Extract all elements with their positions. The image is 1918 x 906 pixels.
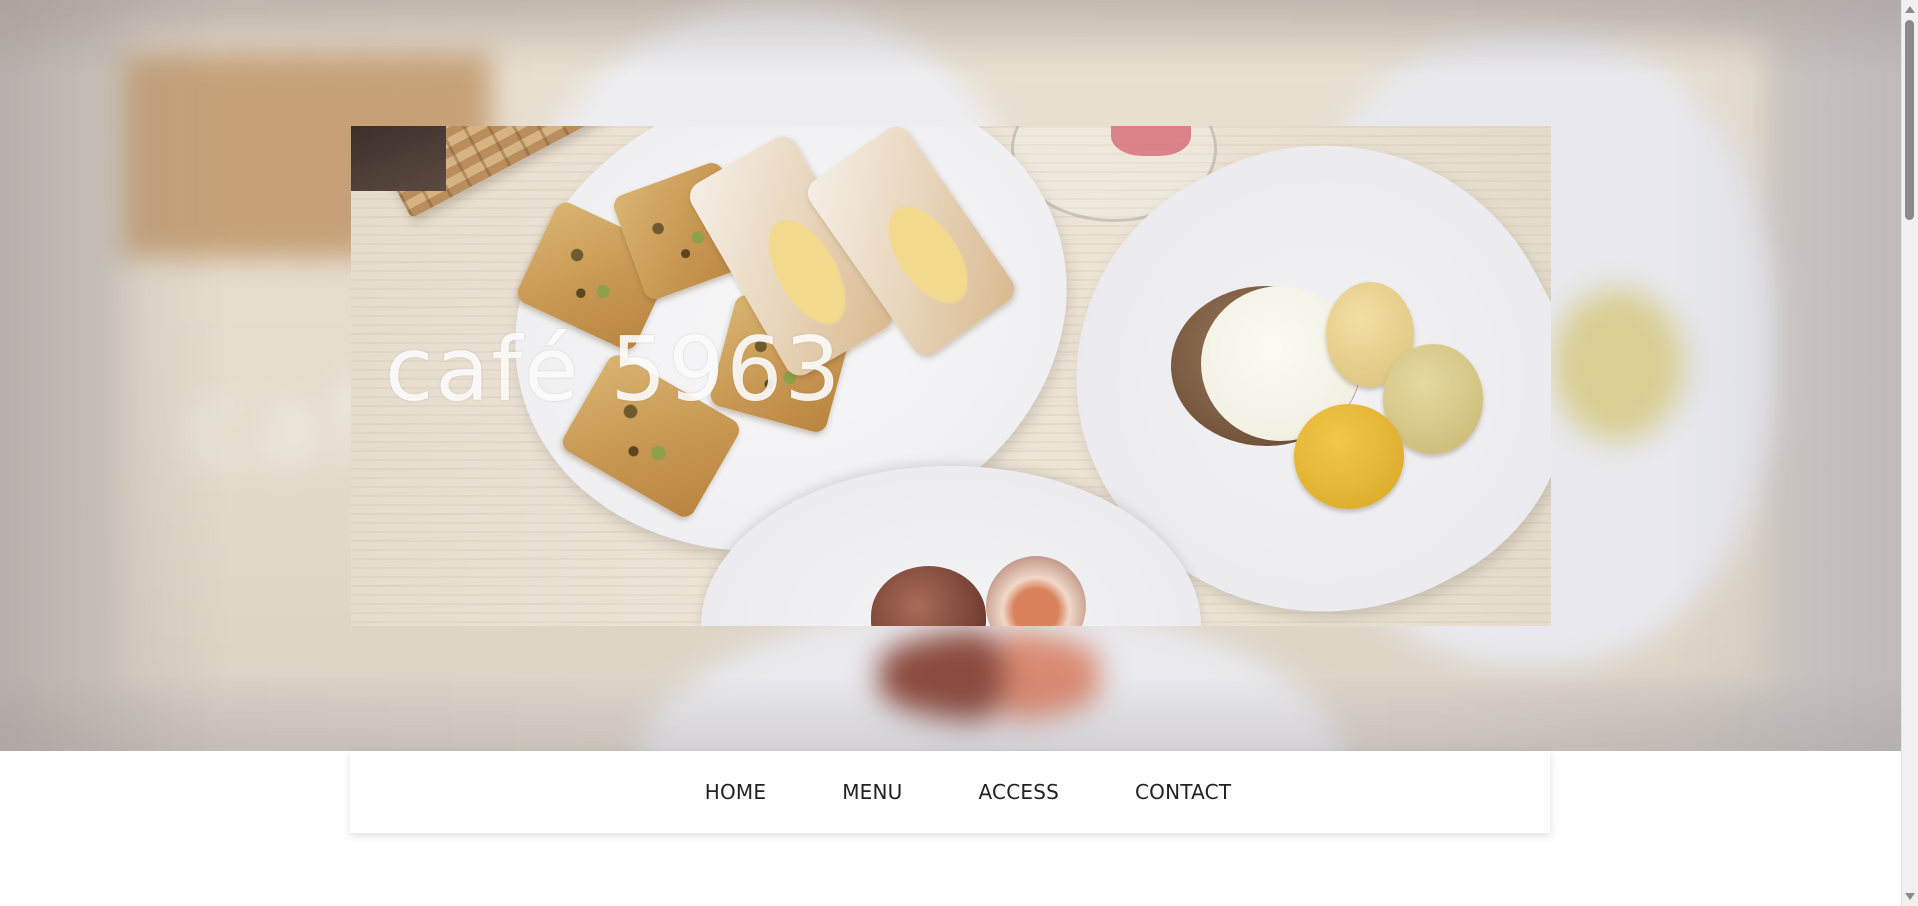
hero-image: café 5963 <box>351 126 1551 626</box>
main-nav: HOME MENU ACCESS CONTACT <box>350 751 1550 833</box>
nav-list: HOME MENU ACCESS CONTACT <box>705 780 1232 804</box>
nav-contact-link[interactable]: CONTACT <box>1135 780 1231 804</box>
basket-shadow <box>351 126 446 191</box>
chevron-up-icon[interactable] <box>1905 6 1915 13</box>
scrollbar-thumb[interactable] <box>1905 20 1914 220</box>
vertical-scrollbar[interactable] <box>1901 0 1918 906</box>
glass-contents <box>1111 126 1191 156</box>
page: café 5963 café 5963 HOME MENU ACCESS <box>0 0 1918 906</box>
nav-access-link[interactable]: ACCESS <box>979 780 1060 804</box>
sweet-ball <box>1294 404 1404 509</box>
chevron-down-icon[interactable] <box>1905 893 1915 900</box>
nav-menu-link[interactable]: MENU <box>842 780 902 804</box>
nav-home-link[interactable]: HOME <box>705 780 766 804</box>
site-logo[interactable]: café 5963 <box>385 326 842 414</box>
